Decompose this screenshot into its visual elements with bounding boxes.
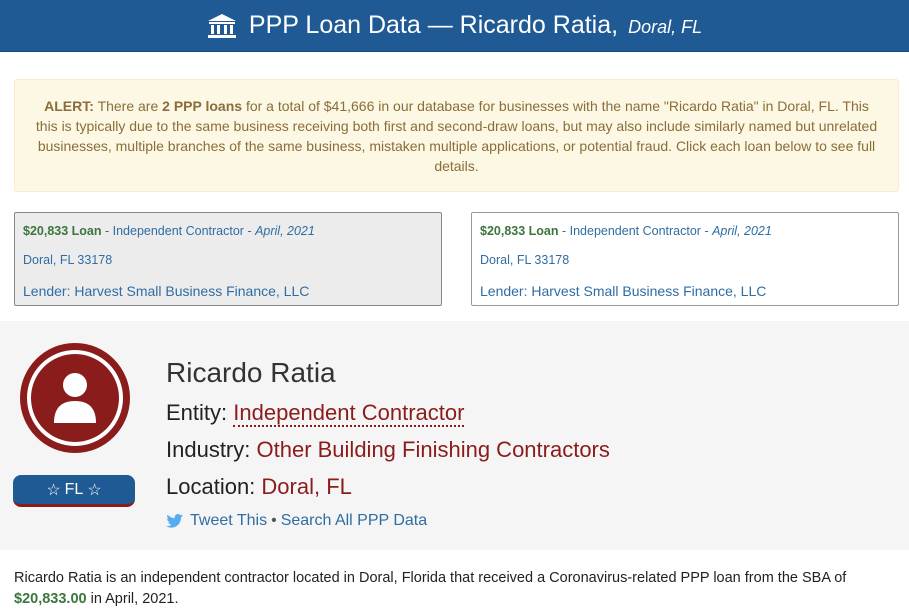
loan-lender: Lender: Harvest Small Business Finance, … [23,283,310,299]
location-row: Location: Doral, FL [166,474,352,500]
state-badge-label: FL [64,480,84,498]
summary-text-a: Ricardo Ratia is an independent contract… [14,570,847,586]
loan-separator: - [700,224,713,238]
state-badge[interactable]: ☆ FL ☆ [13,475,135,507]
share-separator: • [271,512,277,529]
user-icon [54,373,96,423]
business-name: Ricardo Ratia [166,357,336,388]
loan-date: April, 2021 [255,224,315,238]
industry-label: Industry: [166,437,251,462]
loan-separator: - [243,224,256,238]
loan-date: April, 2021 [712,224,772,238]
loan-card-1[interactable]: $20,833 Loan - Independent Contractor - … [14,212,442,306]
industry-link[interactable]: Other Building Finishing Contractors [257,437,610,462]
entity-row: Entity: Independent Contractor [166,400,465,427]
loan-card-summary: $20,833 Loan - Independent Contractor - … [23,221,433,241]
loan-entity: Independent Contractor [569,224,701,238]
loan-entity: Independent Contractor [112,224,244,238]
loan-card-summary: $20,833 Loan - Independent Contractor - … [480,221,890,241]
loan-separator: - [558,224,570,238]
loan-address: Doral, FL 33178 [480,253,570,267]
bank-icon [207,13,236,38]
loan-amount: $20,833 Loan [480,224,559,238]
page-header: PPP Loan Data — Ricardo Ratia, Doral, FL [0,0,909,52]
page-title-location: Doral, FL [628,17,703,37]
star-icon: ☆ [87,481,102,499]
loan-card-2[interactable]: $20,833 Loan - Independent Contractor - … [471,212,899,306]
summary-text-b: in April, 2021. [90,591,179,607]
loan-separator: - [101,224,113,238]
location-label: Location: [166,474,256,499]
summary-amount: $20,833.00 [14,591,87,607]
loan-amount: $20,833 Loan [23,224,102,238]
location-link[interactable]: Doral, FL [261,474,351,499]
summary-paragraph: Ricardo Ratia is an independent contract… [14,568,899,610]
business-profile: ☆ FL ☆ Ricardo Ratia Entity: Independent… [0,321,909,550]
alert-loan-count: 2 PPP loans [162,98,243,114]
tweet-link[interactable]: Tweet This [190,512,267,530]
search-ppp-link[interactable]: Search All PPP Data [281,512,427,530]
twitter-icon[interactable] [166,513,184,529]
alert-label: ALERT: [44,98,94,114]
alert-text-a: There are [97,98,159,114]
loan-address: Doral, FL 33178 [23,253,113,267]
loan-lender: Lender: Harvest Small Business Finance, … [480,283,767,299]
star-icon: ☆ [46,481,61,499]
alert-box: ALERT: There are 2 PPP loans for a total… [14,79,899,192]
industry-row: Industry: Other Building Finishing Contr… [166,437,610,463]
page-title: PPP Loan Data — Ricardo Ratia, [248,11,619,39]
share-row: Tweet This • Search All PPP Data [166,512,427,530]
entity-label: Entity: [166,400,228,425]
entity-value[interactable]: Independent Contractor [233,400,465,427]
avatar [20,343,130,453]
